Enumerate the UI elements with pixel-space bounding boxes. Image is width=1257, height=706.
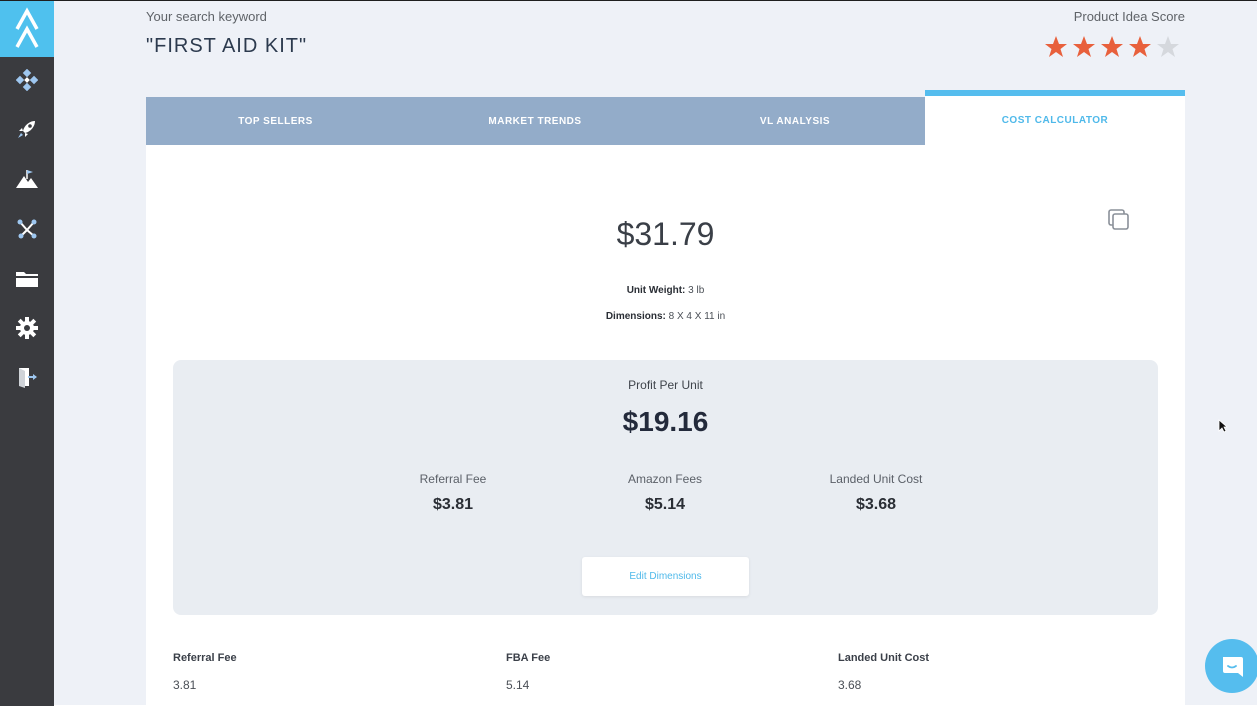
app-window: Your search keyword "FIRST AID KIT" Prod… (0, 0, 1257, 706)
tab-cost-calculator[interactable]: COST CALCULATOR (925, 90, 1185, 145)
fee-label: Referral Fee (419, 472, 487, 486)
tab-vl-analysis[interactable]: VL ANALYSIS (665, 97, 925, 145)
mouse-cursor-icon (1218, 419, 1228, 433)
profit-summary: Profit Per Unit $19.16 Referral Fee $3.8… (173, 360, 1158, 615)
detail-value: 5.14 (506, 678, 530, 692)
star-icon (1045, 36, 1067, 57)
results-card: TOP SELLERS MARKET TRENDS VL ANALYSIS CO… (146, 90, 1185, 706)
folder-icon (16, 272, 38, 287)
detail-label: Landed Unit Cost (838, 652, 930, 664)
star-icon (1101, 36, 1123, 57)
sidebar-item-goals[interactable] (10, 162, 44, 196)
chat-launcher-button[interactable] (1205, 639, 1257, 693)
fee-value: $5.14 (644, 496, 686, 513)
copy-icon[interactable] (1106, 207, 1132, 233)
detail-value: 3.81 (173, 678, 197, 692)
fee-referral: Referral Fee $3.81 (373, 472, 533, 514)
gear-icon (16, 317, 38, 339)
sidebar-item-dashboard[interactable] (10, 63, 44, 97)
detail-label: FBA Fee (506, 652, 551, 664)
search-keyword-caption: Your search keyword (146, 9, 267, 24)
detail-landed-unit-cost: Landed Unit Cost 3.68 (838, 652, 929, 692)
chat-icon (1223, 657, 1243, 677)
unit-weight: Unit Weight: 3 lb (146, 285, 1185, 296)
unit-weight-value: 3 lb (688, 285, 705, 296)
sidebar-item-settings[interactable] (10, 311, 44, 345)
search-keyword: "FIRST AID KIT" (146, 35, 308, 57)
fee-value: $3.81 (432, 496, 474, 513)
detail-label: Referral Fee (173, 652, 237, 664)
mountain-flag-icon (16, 170, 38, 188)
rocket-icon (18, 121, 35, 138)
unit-weight-label: Unit Weight: (626, 285, 686, 296)
star-icon (1073, 36, 1095, 57)
logout-icon (19, 368, 37, 388)
star-icon (1129, 36, 1151, 57)
profit-per-unit-value: $19.16 (622, 406, 709, 437)
detail-referral-fee: Referral Fee 3.81 (173, 652, 237, 692)
tab-market-trends[interactable]: MARKET TRENDS (405, 97, 665, 145)
sidebar-item-folders[interactable] (10, 262, 44, 296)
fee-landed-unit-cost: Landed Unit Cost $3.68 (796, 472, 956, 514)
sidebar-item-launch[interactable] (10, 112, 44, 146)
detail-value: 3.68 (838, 678, 862, 692)
dimensions-value: 8 X 4 X 11 in (668, 311, 726, 322)
product-idea-score-stars (1045, 36, 1179, 57)
fee-amazon: Amazon Fees $5.14 (585, 472, 745, 514)
fee-label: Landed Unit Cost (829, 472, 923, 486)
sidebar-item-logout[interactable] (10, 360, 44, 394)
fee-value: $3.68 (855, 496, 897, 513)
dimensions: Dimensions: 8 X 4 X 11 in (146, 311, 1185, 322)
sidebar (0, 1, 54, 706)
detail-fba-fee: FBA Fee 5.14 (506, 652, 550, 692)
sidebar-item-network[interactable] (10, 212, 44, 246)
half-star-icon (1157, 36, 1179, 57)
logo-icon (15, 7, 39, 48)
tab-top-sellers[interactable]: TOP SELLERS (146, 97, 405, 145)
product-price: $31.79 (616, 216, 715, 252)
network-icon (17, 219, 37, 239)
tab-bar: TOP SELLERS MARKET TRENDS VL ANALYSIS CO… (146, 90, 1185, 145)
profit-per-unit-caption: Profit Per Unit (628, 378, 703, 392)
fee-label: Amazon Fees (627, 472, 703, 486)
logo[interactable] (0, 1, 54, 57)
dimensions-label: Dimensions: (605, 311, 666, 322)
edit-dimensions-button[interactable]: Edit Dimensions (582, 557, 749, 596)
dashboard-icon (16, 69, 38, 91)
product-idea-score-caption: Product Idea Score (1073, 9, 1185, 24)
